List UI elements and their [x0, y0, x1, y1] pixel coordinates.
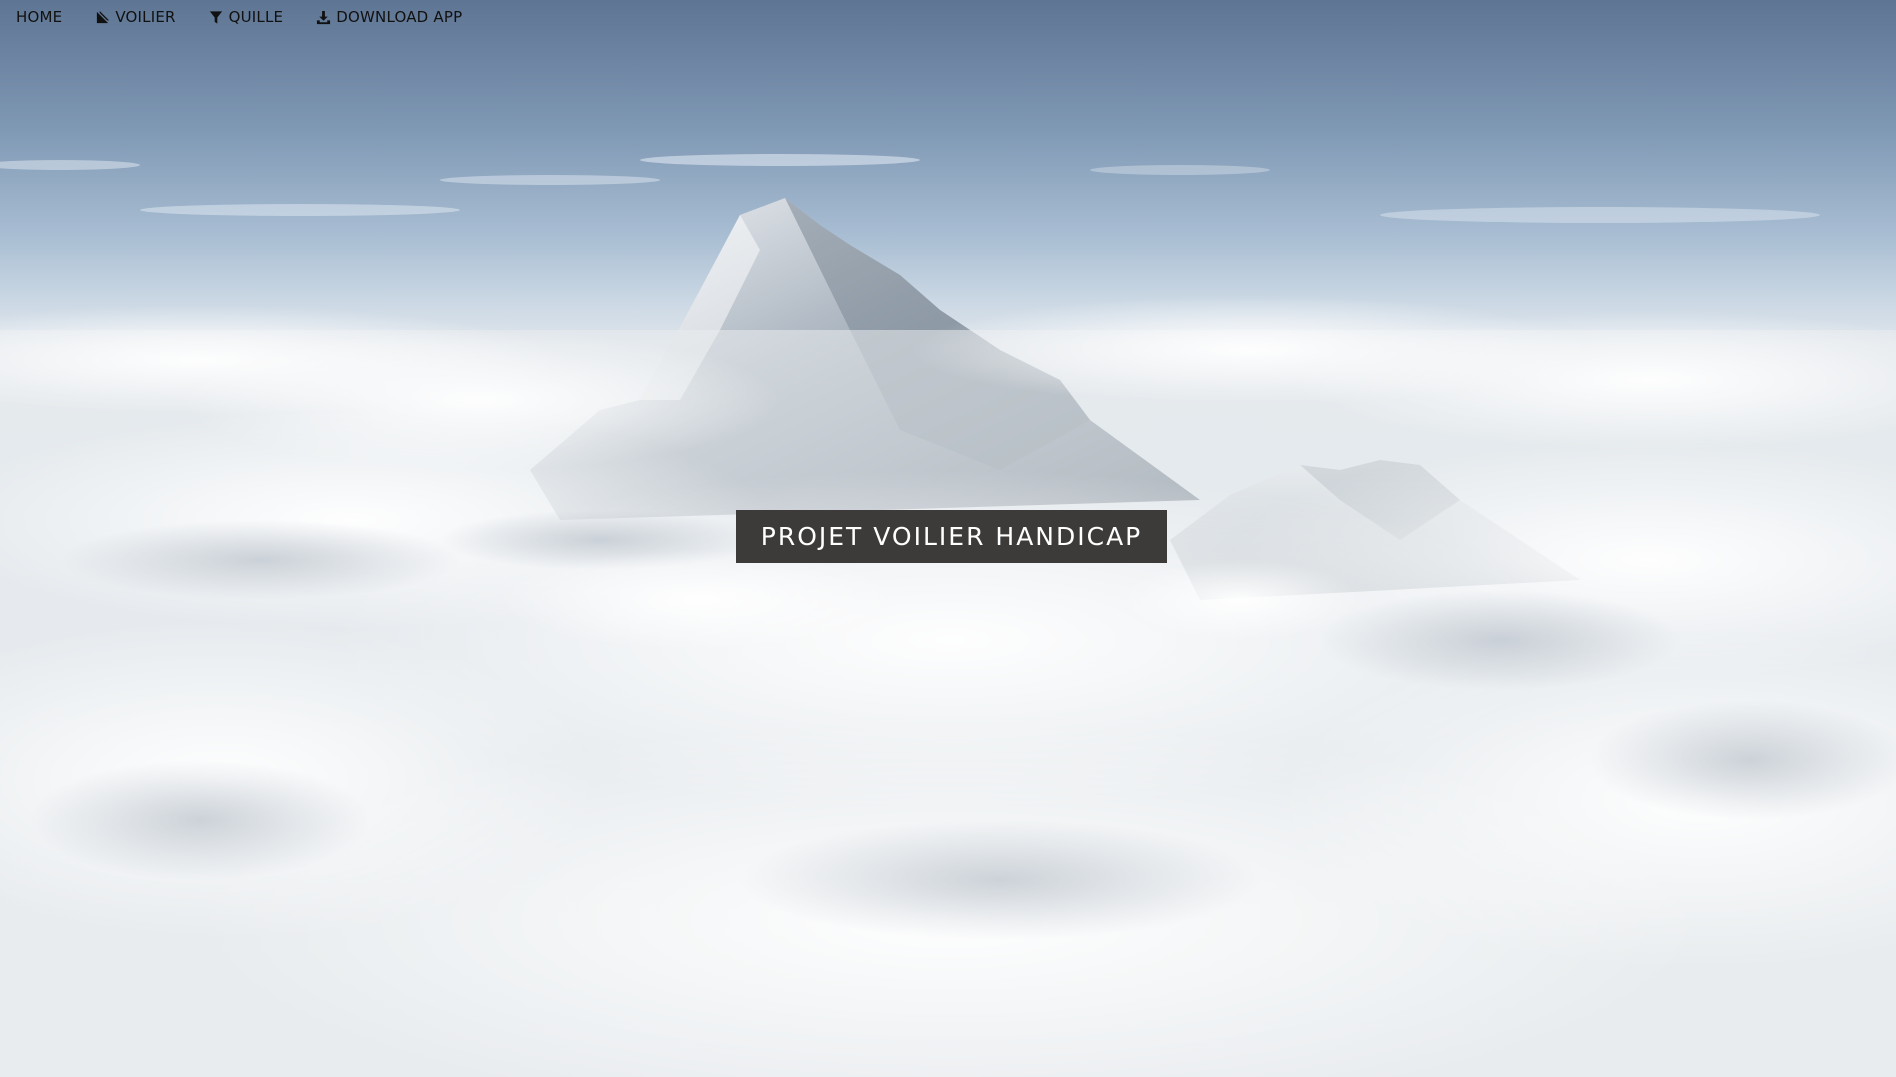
nav-item-voilier[interactable]: VOILIER — [94, 8, 175, 26]
sailboat-icon — [94, 9, 110, 25]
nav-item-label: VOILIER — [115, 8, 176, 26]
hero-title: PROJET VOILIER HANDICAP — [736, 510, 1167, 563]
nav-item-label: QUILLE — [228, 8, 284, 26]
hero-section: HOME VOILIER QUILLE DOWNLOAD APP PROJET … — [0, 0, 1896, 1077]
nav-item-quille[interactable]: QUILLE — [208, 8, 284, 26]
nav-item-download-app[interactable]: DOWNLOAD APP — [315, 8, 462, 26]
nav-item-label: HOME — [16, 8, 63, 26]
top-navbar: HOME VOILIER QUILLE DOWNLOAD APP — [0, 0, 494, 34]
nav-item-label: DOWNLOAD APP — [336, 8, 463, 26]
download-icon — [315, 9, 331, 25]
nav-item-home[interactable]: HOME — [16, 8, 62, 26]
filter-icon — [208, 9, 224, 25]
